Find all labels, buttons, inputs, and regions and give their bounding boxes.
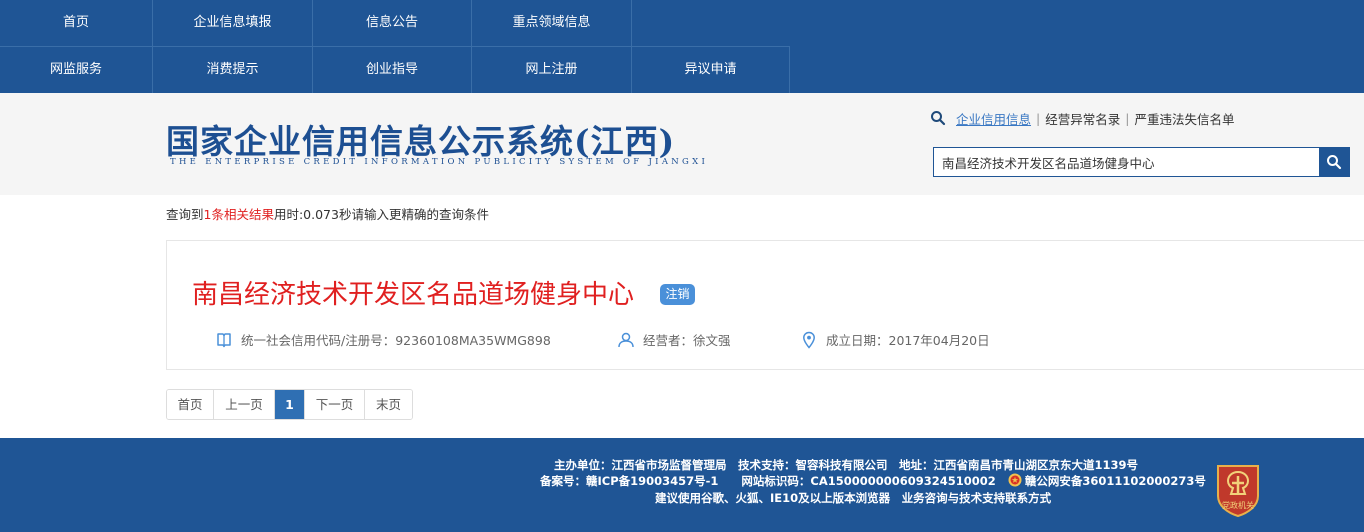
logo-title-en: THE ENTERPRISE CREDIT INFORMATION PUBLIC… <box>170 157 709 167</box>
nav-item-web-supervision[interactable]: 网监服务 <box>0 47 153 93</box>
link-serious-violations[interactable]: 严重违法失信名单 <box>1134 109 1234 128</box>
book-icon <box>215 331 233 349</box>
divider: | <box>1125 110 1130 126</box>
pagination: 首页 上一页 1 下一页 末页 <box>166 389 413 420</box>
nav-item-consumer-tips[interactable]: 消费提示 <box>153 47 313 93</box>
nav-item-key-areas[interactable]: 重点领域信息 <box>472 0 632 46</box>
footer-browser-line: 建议使用谷歌、火狐、IE10及以上版本浏览器 业务咨询与技术支持联系方式 <box>655 491 1052 505</box>
footer-sponsor-line: 主办单位：江西省市场监督管理局 技术支持：智容科技有限公司 地址：江西省南昌市青… <box>554 458 1139 472</box>
company-name-link[interactable]: 南昌经济技术开发区名品道场健身中心 <box>192 274 634 311</box>
page-first-button[interactable]: 首页 <box>167 390 214 419</box>
established-text: 成立日期：2017年04月20日 <box>826 333 990 348</box>
summary-prefix: 查询到 <box>166 207 204 222</box>
result-summary: 查询到1条相关结果用时:0.073秒请输入更精确的查询条件 <box>166 204 489 223</box>
status-badge: 注销 <box>660 284 695 305</box>
footer-icp-text[interactable]: 备案号：赣ICP备19003457号-1 网站标识码：CA15000000060… <box>540 474 996 488</box>
police-badge-icon <box>1008 473 1022 487</box>
credit-code-field: 统一社会信用代码/注册号：92360108MA35WMG898 <box>215 330 551 349</box>
party-emblem-icon[interactable]: 党政机关 <box>1213 462 1263 518</box>
site-header: 国家企业信用信息公示系统(江西) THE ENTERPRISE CREDIT I… <box>0 93 1364 195</box>
nav-item-announcements[interactable]: 信息公告 <box>313 0 472 46</box>
operator-text: 经营者：徐文强 <box>643 333 731 348</box>
summary-count: 1条相关结果 <box>203 207 274 222</box>
top-nav: 首页 企业信息填报 信息公告 重点领域信息 网监服务 消费提示 创业指导 网上注… <box>0 0 1364 93</box>
search-icon <box>930 110 946 126</box>
divider: | <box>1036 110 1041 126</box>
summary-suffix: 用时:0.073秒请输入更精确的查询条件 <box>273 207 489 222</box>
footer-police-record[interactable]: 赣公网安备36011102000273号 <box>1025 474 1206 488</box>
user-icon <box>617 331 635 349</box>
nav-item-home[interactable]: 首页 <box>0 0 153 46</box>
link-enterprise-credit[interactable]: 企业信用信息 <box>956 109 1031 128</box>
quick-links: 企业信用信息 | 经营异常名录 | 严重违法失信名单 <box>930 109 1234 127</box>
nav-row-2: 网监服务 消费提示 创业指导 网上注册 异议申请 <box>0 46 790 93</box>
page-prev-button[interactable]: 上一页 <box>214 390 275 419</box>
nav-row-1: 首页 企业信息填报 信息公告 重点领域信息 <box>0 0 632 46</box>
logo-title-cn: 国家企业信用信息公示系统(江西) <box>166 122 676 161</box>
nav-item-online-registration[interactable]: 网上注册 <box>472 47 632 93</box>
established-field: 成立日期：2017年04月20日 <box>800 330 990 349</box>
search-button[interactable] <box>1319 148 1349 176</box>
search-input[interactable] <box>934 148 1320 176</box>
link-abnormal-operations[interactable]: 经营异常名录 <box>1045 109 1120 128</box>
emblem-label: 党政机关 <box>1222 500 1254 510</box>
site-logo[interactable]: 国家企业信用信息公示系统(江西) THE ENTERPRISE CREDIT I… <box>166 115 806 175</box>
search-icon <box>1327 155 1342 170</box>
nav-item-enterprise-report[interactable]: 企业信息填报 <box>153 0 313 46</box>
page-next-button[interactable]: 下一页 <box>305 390 365 419</box>
site-footer: 主办单位：江西省市场监督管理局 技术支持：智容科技有限公司 地址：江西省南昌市青… <box>0 438 1364 532</box>
location-pin-icon <box>800 331 818 349</box>
search-box <box>933 147 1350 177</box>
page-current-button[interactable]: 1 <box>275 390 305 419</box>
nav-item-startup-guide[interactable]: 创业指导 <box>313 47 472 93</box>
nav-item-objection[interactable]: 异议申请 <box>632 47 790 93</box>
credit-code-text: 统一社会信用代码/注册号：92360108MA35WMG898 <box>241 333 551 348</box>
page-last-button[interactable]: 末页 <box>365 390 412 419</box>
footer-record-line: 备案号：赣ICP备19003457号-1 网站标识码：CA15000000060… <box>540 473 1206 489</box>
operator-field: 经营者：徐文强 <box>617 330 731 349</box>
result-card[interactable]: 南昌经济技术开发区名品道场健身中心 注销 统一社会信用代码/注册号：923601… <box>166 240 1364 370</box>
